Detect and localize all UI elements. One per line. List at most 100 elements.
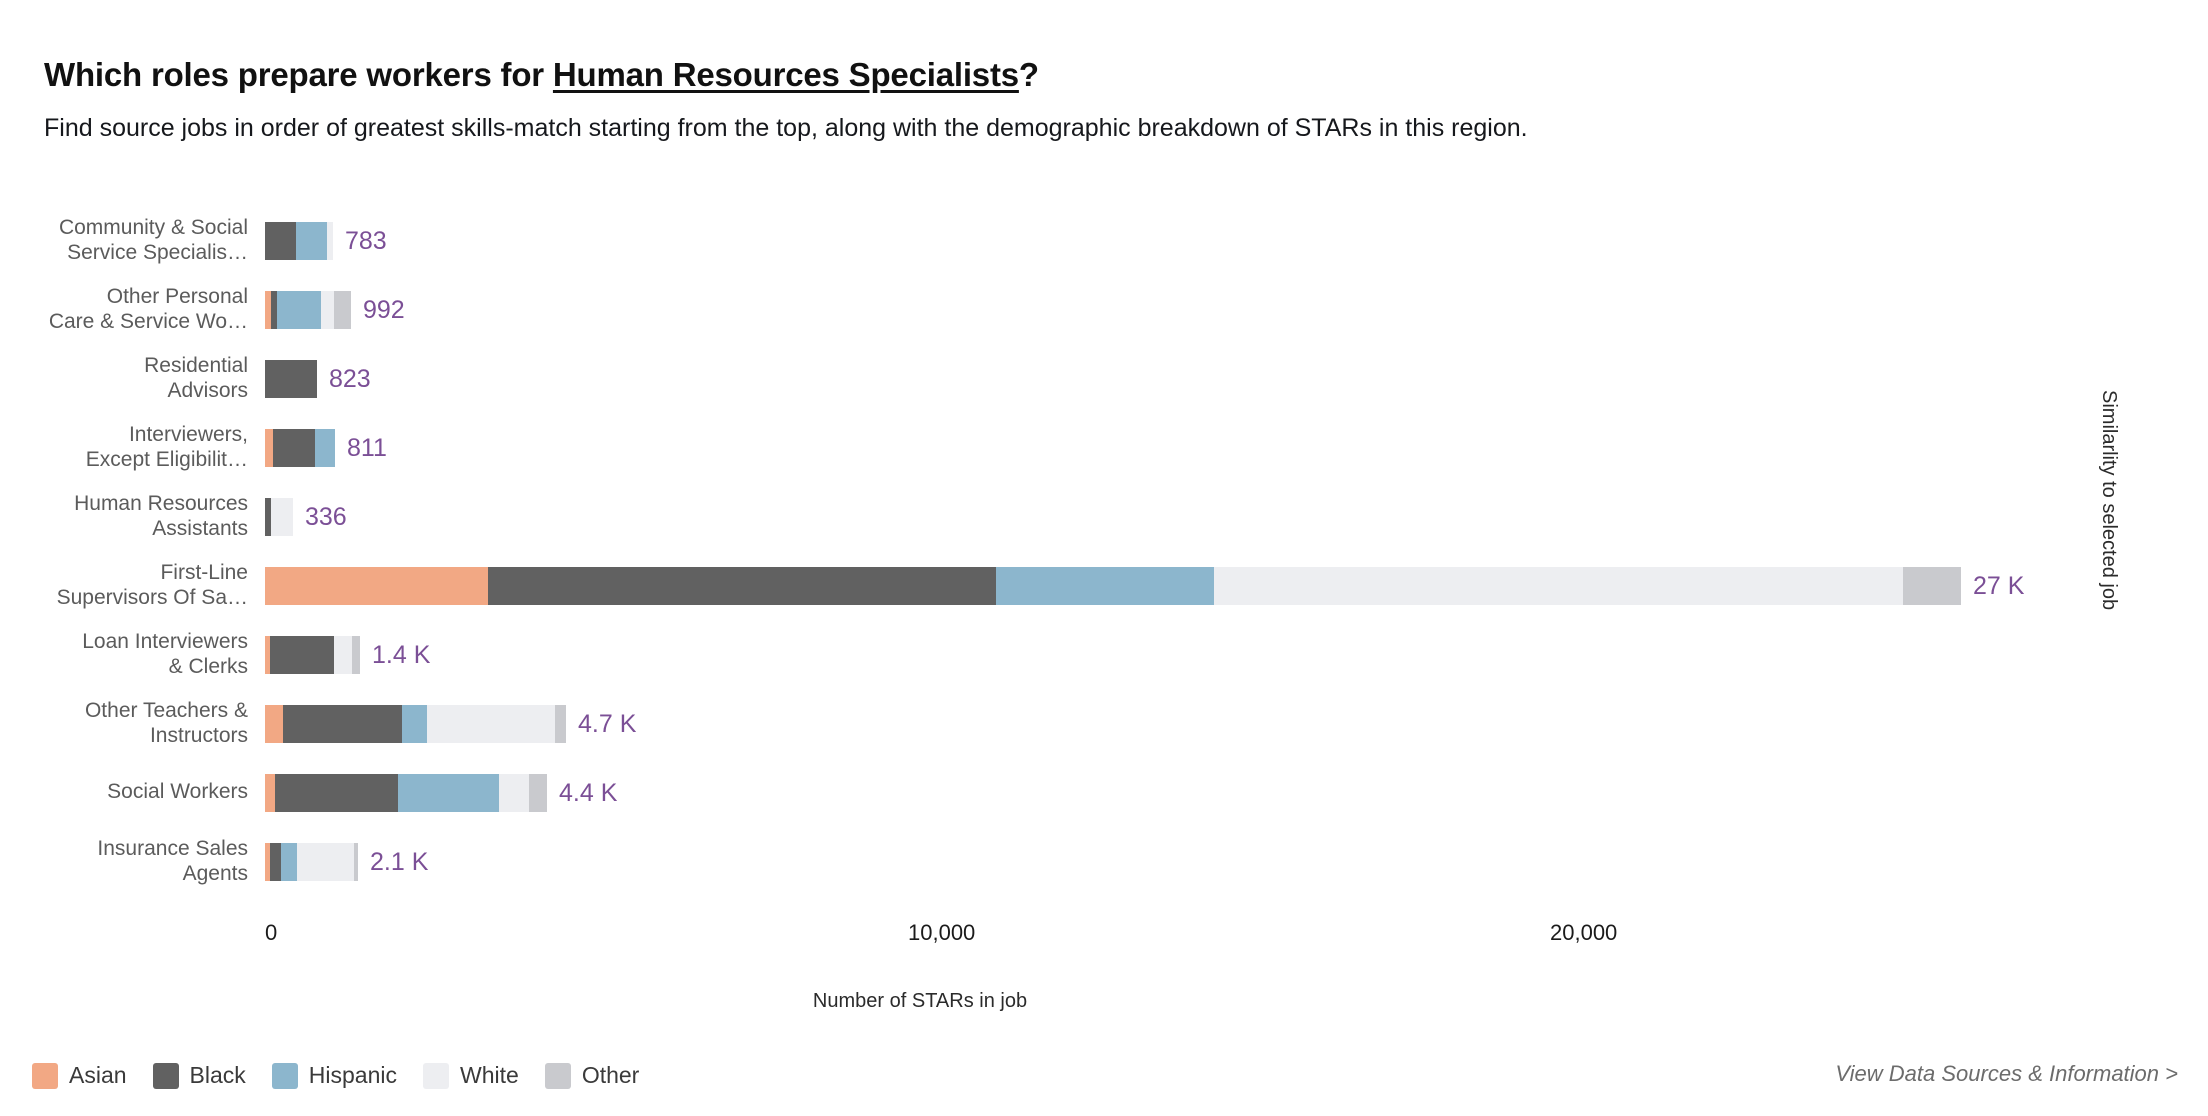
legend-item-black[interactable]: Black — [152, 1062, 246, 1089]
bar-value-label: 823 — [329, 365, 371, 393]
bar-segment-white[interactable] — [271, 498, 293, 536]
chart-row[interactable]: First-Line Supervisors Of Sa… 27 K — [0, 555, 2208, 624]
legend-label: Asian — [69, 1062, 127, 1088]
row-category-label-line2: Agents — [182, 862, 248, 885]
stacked-bar[interactable] — [265, 291, 351, 329]
bar-segment-asian[interactable] — [265, 774, 275, 812]
bar-segment-black[interactable] — [283, 705, 402, 743]
row-category-label-line2: Except Eligibilit… — [85, 448, 248, 471]
legend-item-hispanic[interactable]: Hispanic — [271, 1062, 397, 1089]
row-category-label: Other Personal Care & Service Wo… — [0, 284, 248, 334]
bar-segment-other[interactable] — [1903, 567, 1961, 605]
stacked-bar[interactable] — [265, 636, 360, 674]
row-category-label-line1: Social Workers — [107, 780, 248, 803]
stacked-bar[interactable] — [265, 222, 333, 260]
bar-segment-other[interactable] — [555, 705, 566, 743]
bar-segment-other[interactable] — [352, 636, 360, 674]
stacked-bar[interactable] — [265, 774, 547, 812]
row-category-label-line2: Advisors — [167, 379, 248, 402]
bar-segment-white[interactable] — [321, 291, 334, 329]
chart-plot-area: Community & Social Service Specialis… 783 O… — [0, 210, 2208, 910]
bar-value-label: 336 — [305, 503, 347, 531]
bar-segment-white[interactable] — [427, 705, 555, 743]
legend-swatch-icon — [32, 1062, 58, 1089]
chart-row[interactable]: Human Resources Assistants 336 — [0, 486, 2208, 555]
bar-value-label: 27 K — [1973, 572, 2025, 600]
bar-segment-hispanic[interactable] — [402, 705, 427, 743]
legend-item-other[interactable]: Other — [544, 1062, 640, 1089]
chart-row[interactable]: Insurance Sales Agents 2.1 K — [0, 831, 2208, 900]
stacked-bar[interactable] — [265, 429, 335, 467]
bar-segment-white[interactable] — [297, 843, 354, 881]
bar-segment-hispanic[interactable] — [277, 291, 321, 329]
bar-segment-other[interactable] — [334, 291, 351, 329]
legend-item-asian[interactable]: Asian — [32, 1062, 127, 1089]
bar-value-label: 1.4 K — [372, 641, 431, 669]
legend-swatch-icon — [423, 1062, 450, 1089]
bar-segment-asian[interactable] — [265, 705, 283, 743]
bar-segment-white[interactable] — [334, 636, 352, 674]
x-axis-tick-label: 0 — [265, 920, 278, 945]
row-category-label: Interviewers, Except Eligibilit… — [0, 422, 248, 472]
row-category-label: Other Teachers & Instructors — [0, 698, 248, 748]
bar-segment-hispanic[interactable] — [281, 843, 297, 881]
bar-segment-black[interactable] — [265, 222, 296, 260]
chart-row[interactable]: Community & Social Service Specialis… 783 — [0, 210, 2208, 279]
row-category-label-line1: Other Teachers & — [84, 699, 248, 722]
stacked-bar[interactable] — [265, 705, 566, 743]
bar-value-label: 4.4 K — [559, 779, 618, 807]
bar-segment-white[interactable] — [327, 222, 333, 260]
title-selected-job[interactable]: Human Resources Specialists — [553, 56, 1019, 93]
bar-segment-black[interactable] — [488, 567, 996, 605]
bar-segment-black[interactable] — [270, 843, 281, 881]
row-category-label: Human Resources Assistants — [0, 491, 248, 541]
bar-segment-black[interactable] — [265, 360, 317, 398]
chart-row[interactable]: Loan Interviewers & Clerks 1.4 K — [0, 624, 2208, 693]
x-axis-ticks: 0 10,000 20,000 — [0, 920, 2208, 954]
chart-row[interactable]: Interviewers, Except Eligibilit… 811 — [0, 417, 2208, 486]
row-category-label-line2: Care & Service Wo… — [48, 310, 248, 333]
bar-segment-asian[interactable] — [265, 429, 273, 467]
stacked-bar[interactable] — [265, 567, 1961, 605]
bar-segment-white[interactable] — [499, 774, 529, 812]
view-data-sources-link[interactable]: View Data Sources & Information > — [1835, 1061, 2178, 1087]
bar-segment-hispanic[interactable] — [996, 567, 1214, 605]
legend-swatch-icon — [271, 1062, 298, 1089]
chart-row[interactable]: Residential Advisors 823 — [0, 348, 2208, 417]
title-prefix: Which roles prepare workers for — [44, 56, 553, 93]
row-category-label-line2: Assistants — [152, 517, 248, 540]
row-category-label: Residential Advisors — [0, 353, 248, 403]
x-axis-tick-label: 10,000 — [908, 920, 976, 945]
y-axis-title: Similarlity to selected job — [2098, 390, 2120, 611]
chart-row[interactable]: Social Workers 4.4 K — [0, 762, 2208, 831]
bar-segment-other[interactable] — [354, 843, 358, 881]
legend-label: Black — [189, 1062, 246, 1088]
title-suffix: ? — [1018, 56, 1039, 93]
bar-segment-black[interactable] — [270, 636, 334, 674]
x-axis-title: Number of STARs in job — [812, 990, 1028, 1012]
bar-value-label: 992 — [363, 296, 405, 324]
bar-segment-black[interactable] — [273, 429, 315, 467]
chart-row[interactable]: Other Personal Care & Service Wo… 992 — [0, 279, 2208, 348]
bar-segment-white[interactable] — [1214, 567, 1903, 605]
chart-header: Which roles prepare workers for Human Re… — [44, 56, 2144, 143]
row-category-label: Community & Social Service Specialis… — [0, 215, 248, 265]
stacked-bar[interactable] — [265, 843, 358, 881]
bar-segment-hispanic[interactable] — [315, 429, 335, 467]
row-category-label-line1: Loan Interviewers — [82, 630, 248, 653]
bar-segment-hispanic[interactable] — [296, 222, 327, 260]
bar-segment-hispanic[interactable] — [398, 774, 499, 812]
stacked-bar[interactable] — [265, 360, 317, 398]
chart-row[interactable]: Other Teachers & Instructors 4.7 K — [0, 693, 2208, 762]
bar-segment-black[interactable] — [275, 774, 398, 812]
bar-segment-asian[interactable] — [265, 567, 488, 605]
row-category-label-line1: Other Personal — [106, 285, 248, 308]
row-category-label-line2: Service Specialis… — [67, 241, 248, 264]
legend-item-white[interactable]: White — [423, 1062, 519, 1089]
bar-value-label: 811 — [347, 434, 387, 462]
stacked-bar[interactable] — [265, 498, 293, 536]
legend-label: Other — [581, 1062, 640, 1088]
bar-value-label: 2.1 K — [370, 848, 429, 876]
bar-segment-other[interactable] — [529, 774, 547, 812]
legend-label: White — [460, 1062, 519, 1088]
